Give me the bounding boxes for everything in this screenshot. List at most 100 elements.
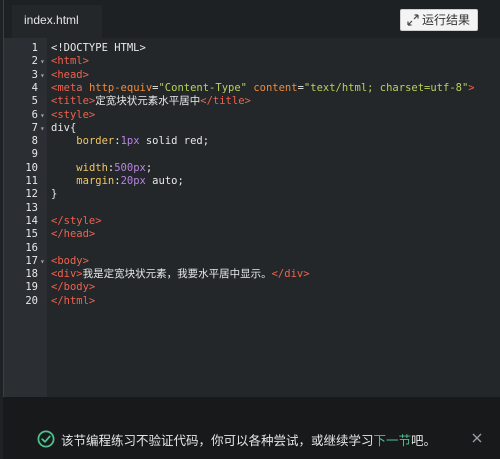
code-token: "text/html; charset=utf-8" bbox=[303, 81, 469, 94]
line-number: 12 bbox=[25, 188, 38, 201]
code-token: ; bbox=[145, 161, 153, 174]
code-line: 4 <meta http-equiv="Content-Type" content… bbox=[4, 82, 500, 95]
code-token: <body> bbox=[51, 254, 89, 267]
code-token: solid red; bbox=[139, 135, 210, 148]
code-text: <title>定宽块状元素水平居中</title> bbox=[51, 95, 251, 108]
code-text: <meta http-equiv="Content-Type" content=… bbox=[51, 82, 475, 95]
fold-arrow-icon[interactable]: ▾ bbox=[40, 255, 45, 268]
tab-bar: index.html 运行结果 bbox=[4, 0, 500, 38]
code-token: </div> bbox=[271, 268, 310, 281]
code-line: 18 <div>我是定宽块状元素，我要水平居中显示。</div> bbox=[4, 268, 500, 281]
code-line: 20 </html> bbox=[4, 295, 500, 308]
code-token: margin bbox=[76, 175, 115, 187]
code-text: margin:20px auto; bbox=[51, 175, 184, 188]
next-section-link[interactable]: 下一节 bbox=[374, 434, 412, 448]
run-button-label: 运行结果 bbox=[421, 13, 470, 27]
code-text: <style> bbox=[51, 109, 95, 122]
code-line: 12} bbox=[4, 188, 500, 201]
code-line: 8 border:1px solid red; bbox=[4, 135, 500, 148]
code-token: div{ bbox=[51, 121, 77, 134]
code-token: <!DOCTYPE HTML> bbox=[51, 42, 146, 54]
line-number: 13 bbox=[25, 201, 38, 214]
code-token: <div> bbox=[51, 268, 83, 281]
code-token: <style> bbox=[51, 108, 96, 121]
code-line: 14 </style> bbox=[4, 215, 500, 228]
code-text: div{ bbox=[51, 122, 76, 135]
code-text: </body> bbox=[51, 281, 95, 294]
code-token: <head> bbox=[51, 68, 89, 81]
code-line: 3 ▾ <head> bbox=[4, 69, 500, 82]
line-number: 20 bbox=[25, 294, 38, 307]
line-number: 19 bbox=[25, 281, 38, 294]
code-line: 1 <!DOCTYPE HTML> bbox=[4, 42, 500, 55]
code-line: 5 <title>定宽块状元素水平居中</title> bbox=[4, 95, 500, 108]
tab-index-html[interactable]: index.html bbox=[12, 5, 102, 38]
code-line: 2 ▾ <html> bbox=[4, 55, 500, 68]
notice-text: 该节编程练习不验证代码，你可以各种尝试，或继续学习 bbox=[61, 433, 374, 448]
line-number: 6 bbox=[31, 108, 38, 121]
fold-arrow-icon[interactable]: ▾ bbox=[40, 122, 45, 135]
code-token: </body> bbox=[51, 281, 96, 294]
code-text: border:1px solid red; bbox=[51, 135, 209, 148]
code-text: <html> bbox=[51, 55, 89, 68]
code-token: 20px bbox=[120, 175, 146, 187]
tab-label: index.html bbox=[24, 13, 79, 27]
expand-arrows-icon bbox=[407, 14, 419, 26]
code-token: </title> bbox=[200, 95, 251, 108]
code-text: <head> bbox=[51, 69, 89, 82]
notice-bar: 该节编程练习不验证代码，你可以各种尝试，或继续学习下一节吧。 bbox=[3, 397, 500, 459]
fold-arrow-icon[interactable]: ▾ bbox=[40, 109, 45, 122]
line-number: 8 bbox=[31, 135, 38, 148]
line-number: 15 bbox=[25, 228, 38, 241]
code-line: 17 ▾ <body> bbox=[4, 255, 500, 268]
code-token: } bbox=[51, 188, 58, 201]
fold-arrow-icon[interactable]: ▾ bbox=[40, 69, 45, 82]
code-token: </head> bbox=[51, 228, 96, 241]
line-number: 5 bbox=[31, 95, 38, 108]
line-number: 4 bbox=[31, 81, 38, 94]
code-token: > bbox=[468, 81, 475, 94]
code-line: 16 bbox=[4, 242, 500, 255]
fold-arrow-icon[interactable]: ▾ bbox=[40, 55, 45, 68]
code-line: 15 </head> bbox=[4, 228, 500, 241]
code-token: "Content-Type" bbox=[158, 81, 247, 94]
code-text: </html> bbox=[51, 295, 95, 308]
line-number: 9 bbox=[31, 148, 38, 161]
code-token: <meta bbox=[51, 81, 89, 94]
line-number: 16 bbox=[25, 241, 38, 254]
code-token: http-equiv bbox=[88, 81, 153, 94]
code-token: <title> bbox=[51, 95, 96, 108]
notice-text-end: 吧。 bbox=[411, 433, 437, 448]
close-icon[interactable] bbox=[471, 432, 483, 444]
line-number: 11 bbox=[25, 175, 38, 187]
line-number: 18 bbox=[25, 268, 38, 281]
code-editor: index.html 运行结果 1 <!DOCTYPE HTML> 2 ▾ <html>… bbox=[3, 0, 500, 459]
check-circle-icon bbox=[37, 430, 55, 448]
line-number: 17 bbox=[25, 254, 38, 267]
notice-message: 该节编程练习不验证代码，你可以各种尝试，或继续学习下一节吧。 bbox=[37, 430, 436, 448]
code-line: 7 ▾ div{ bbox=[4, 122, 500, 135]
code-line: 10 width:500px; bbox=[4, 162, 500, 175]
code-line: 11 margin:20px auto; bbox=[4, 175, 500, 188]
code-token: auto; bbox=[145, 175, 184, 187]
code-text: </style> bbox=[51, 215, 102, 228]
code-line: 9 bbox=[4, 148, 500, 161]
run-result-button[interactable]: 运行结果 bbox=[399, 9, 478, 31]
code-token: 我是定宽块状元素，我要水平居中显示。 bbox=[82, 268, 272, 281]
code-token: 定宽块状元素水平居中 bbox=[95, 95, 201, 108]
code-token: </html> bbox=[51, 294, 96, 307]
code-line: 19 </body> bbox=[4, 281, 500, 294]
code-token: 1px bbox=[120, 135, 140, 148]
code-token: content bbox=[253, 81, 298, 94]
code-text: </head> bbox=[51, 228, 95, 241]
code-text: <!DOCTYPE HTML> bbox=[51, 42, 146, 55]
line-number: 1 bbox=[31, 42, 38, 54]
line-number: 14 bbox=[25, 214, 38, 227]
code-text: <body> bbox=[51, 255, 89, 268]
code-text: <div>我是定宽块状元素，我要水平居中显示。</div> bbox=[51, 268, 310, 281]
code-token: 500px bbox=[114, 161, 146, 174]
code-token: <html> bbox=[51, 55, 89, 68]
